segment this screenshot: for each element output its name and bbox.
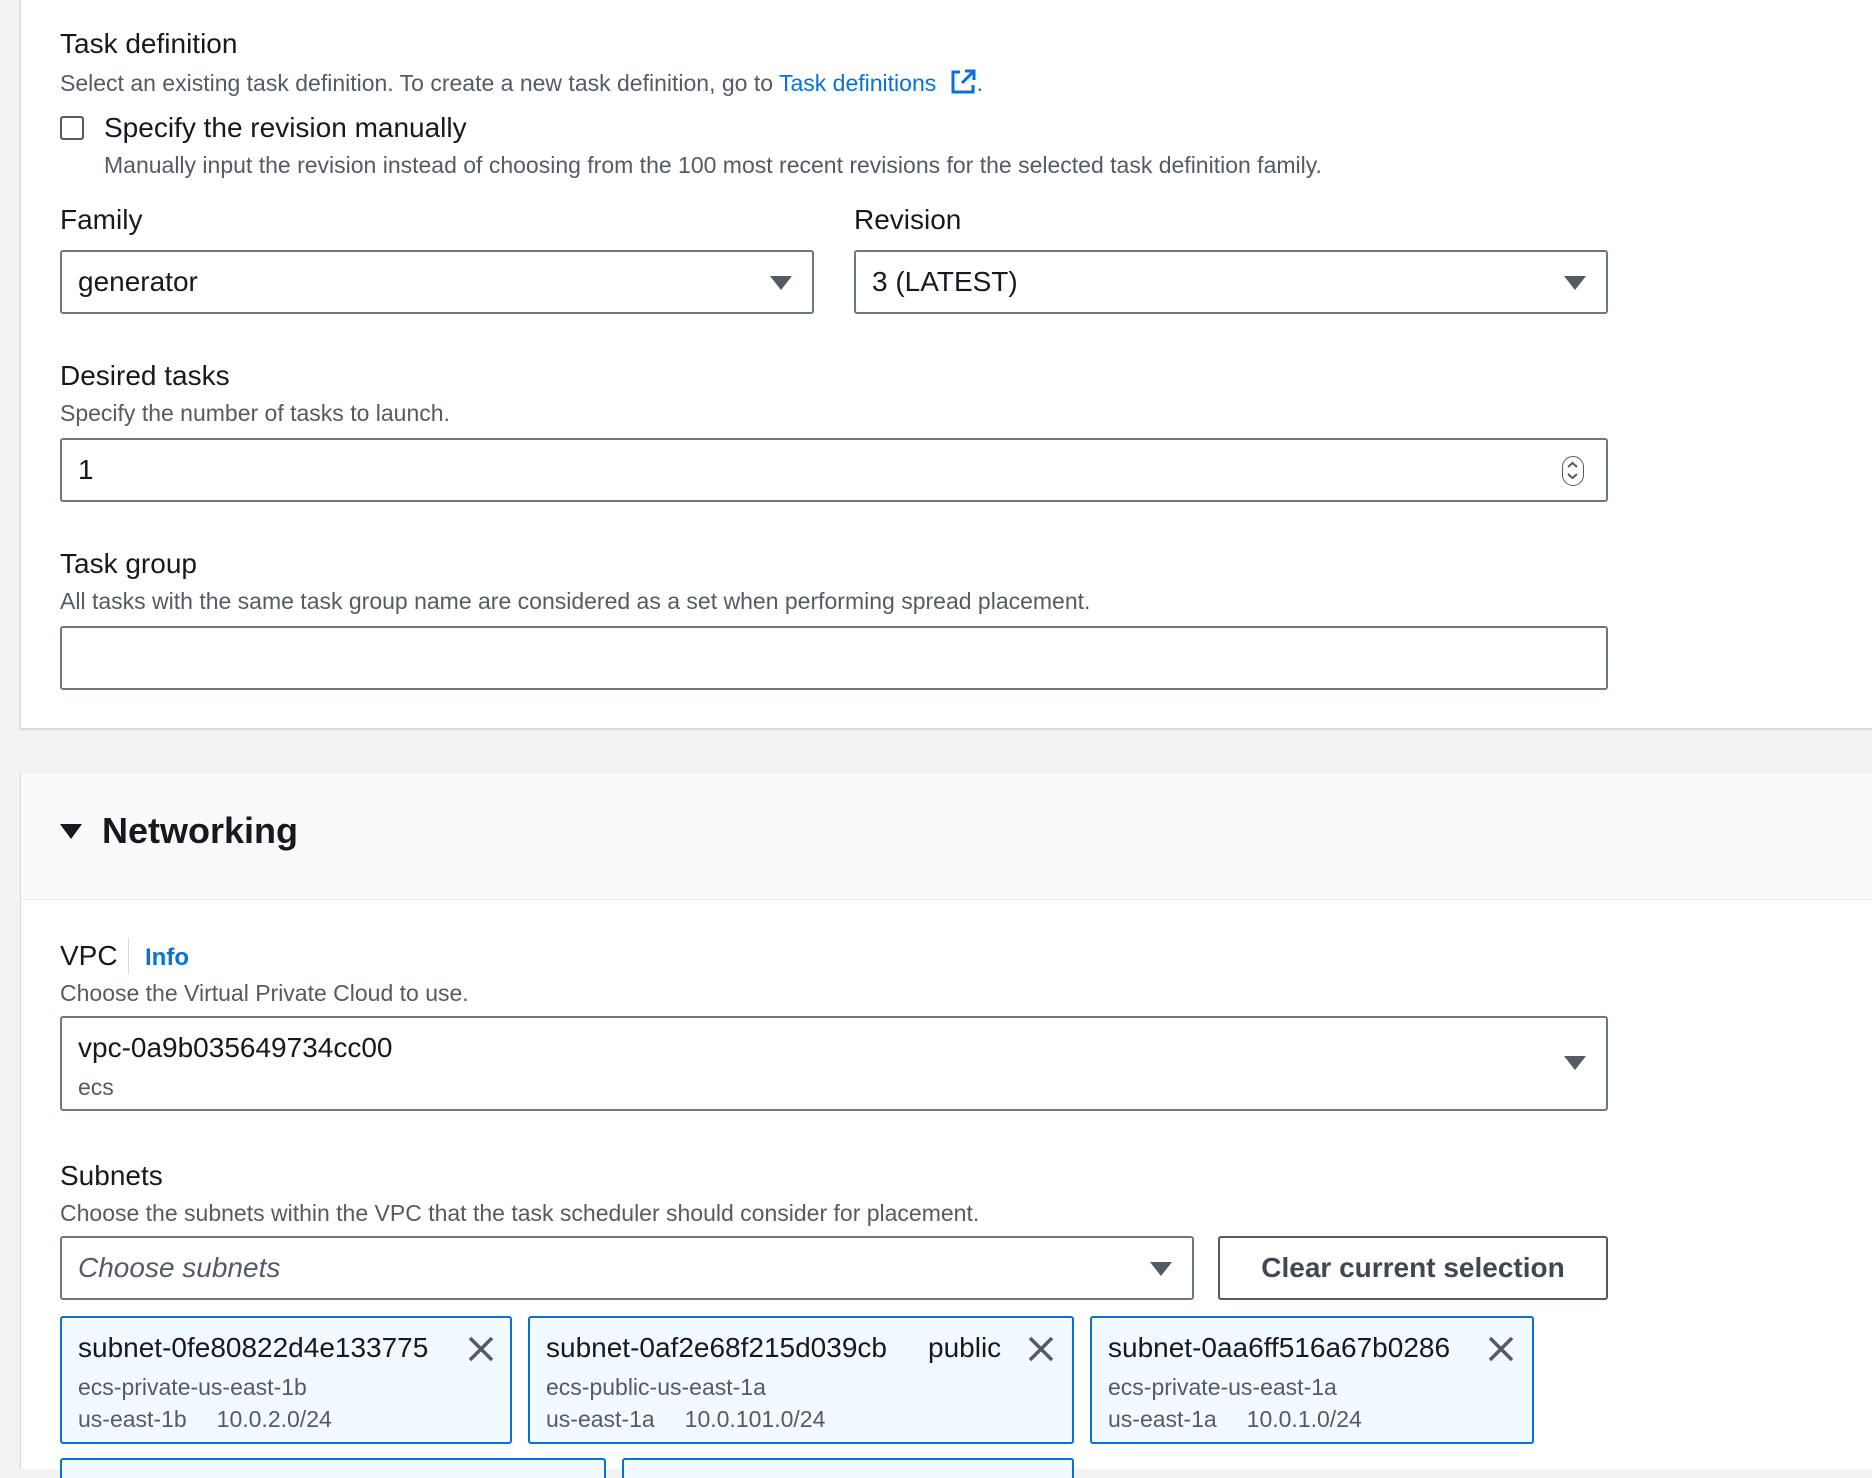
task-definition-description-suffix: .	[976, 70, 984, 96]
subnets-placeholder: Choose subnets	[78, 1252, 281, 1283]
vpc-label-divider	[128, 938, 129, 974]
networking-header[interactable]	[21, 773, 1872, 900]
vpc-info-link[interactable]: Info	[145, 944, 189, 972]
subnet-token-cidr: 10.0.101.0/24	[684, 1406, 826, 1432]
external-link-icon	[951, 69, 976, 94]
vpc-description: Choose the Virtual Private Cloud to use.	[60, 980, 469, 1006]
subnet-token-id: subnet-0aa6ff516a67b0286	[1108, 1332, 1451, 1363]
subnet-token-name: ecs-private-us-east-1b	[78, 1374, 307, 1400]
subnet-token-tag: public	[928, 1332, 1002, 1363]
subnet-token: subnet-0af2e68f215d039cb public ecs-publ…	[528, 1316, 1074, 1444]
revision-select[interactable]: 3 (LATEST)	[854, 250, 1608, 314]
task-definition-description-text: Select an existing task definition. To c…	[60, 70, 779, 96]
caret-down-icon	[1564, 276, 1586, 290]
caret-down-icon[interactable]	[60, 824, 82, 839]
subnet-token-details: us-east-1a 10.0.1.0/24	[1108, 1406, 1362, 1433]
task-group-label: Task group	[60, 548, 197, 579]
networking-title[interactable]: Networking	[102, 810, 298, 852]
subnet-token-id: subnet-0fe80822d4e133775	[78, 1332, 429, 1363]
subnet-token-details: us-east-1b 10.0.2.0/24	[78, 1406, 332, 1433]
specify-revision-label: Specify the revision manually	[104, 112, 467, 143]
subnet-token-az: us-east-1a	[546, 1406, 655, 1432]
revision-select-value: 3 (LATEST)	[872, 266, 1018, 297]
subnet-token-partial	[60, 1458, 606, 1478]
caret-down-icon	[1564, 1056, 1586, 1070]
vpc-label: VPC	[60, 940, 118, 971]
subnets-label: Subnets	[60, 1160, 163, 1191]
task-group-description: All tasks with the same task group name …	[60, 588, 1091, 614]
subnet-token-az: us-east-1b	[78, 1406, 187, 1432]
task-definitions-link[interactable]: Task definitions	[778, 69, 977, 96]
caret-down-icon	[770, 276, 792, 290]
desired-tasks-input[interactable]: 1	[60, 438, 1608, 502]
caret-down-icon	[1150, 1262, 1172, 1276]
family-label: Family	[60, 204, 143, 235]
subnet-token-id: subnet-0af2e68f215d039cb	[546, 1332, 887, 1363]
desired-tasks-label: Desired tasks	[60, 360, 230, 391]
close-icon[interactable]	[1486, 1334, 1516, 1364]
subnet-token: subnet-0fe80822d4e133775 ecs-private-us-…	[60, 1316, 512, 1444]
family-select-value: generator	[78, 266, 198, 297]
specify-revision-checkbox[interactable]	[60, 116, 84, 140]
subnet-token-name: ecs-private-us-east-1a	[1108, 1374, 1337, 1400]
desired-tasks-value: 1	[78, 454, 94, 485]
subnet-token-partial	[622, 1458, 1074, 1478]
vpc-select[interactable]: vpc-0a9b035649734cc00 ecs	[60, 1016, 1608, 1111]
close-icon[interactable]	[466, 1334, 496, 1364]
task-definitions-link-text: Task definitions	[778, 70, 937, 96]
subnet-token: subnet-0aa6ff516a67b0286 ecs-private-us-…	[1090, 1316, 1534, 1444]
subnet-token-az: us-east-1a	[1108, 1406, 1217, 1432]
subnet-token-cidr: 10.0.2.0/24	[216, 1406, 332, 1432]
subnet-token-cidr: 10.0.1.0/24	[1246, 1406, 1362, 1432]
subnet-token-details: us-east-1a 10.0.101.0/24	[546, 1406, 825, 1433]
subnets-select[interactable]: Choose subnets	[60, 1236, 1194, 1300]
subnet-token-name: ecs-public-us-east-1a	[546, 1374, 766, 1400]
clear-selection-button[interactable]: Clear current selection	[1218, 1236, 1608, 1300]
revision-label: Revision	[854, 204, 962, 235]
task-group-input[interactable]	[60, 626, 1608, 690]
close-icon[interactable]	[1026, 1334, 1056, 1364]
subnets-description: Choose the subnets within the VPC that t…	[60, 1200, 980, 1226]
family-select[interactable]: generator	[60, 250, 814, 314]
vpc-select-sublabel: ecs	[78, 1074, 114, 1100]
task-definition-panel	[20, 0, 1872, 730]
vpc-select-value: vpc-0a9b035649734cc00	[78, 1032, 393, 1063]
task-definition-description: Select an existing task definition. To c…	[60, 68, 983, 97]
task-definition-label: Task definition	[60, 28, 238, 59]
desired-tasks-description: Specify the number of tasks to launch.	[60, 400, 450, 426]
specify-revision-description: Manually input the revision instead of c…	[104, 152, 1322, 178]
stepper-icon[interactable]	[1562, 456, 1584, 486]
